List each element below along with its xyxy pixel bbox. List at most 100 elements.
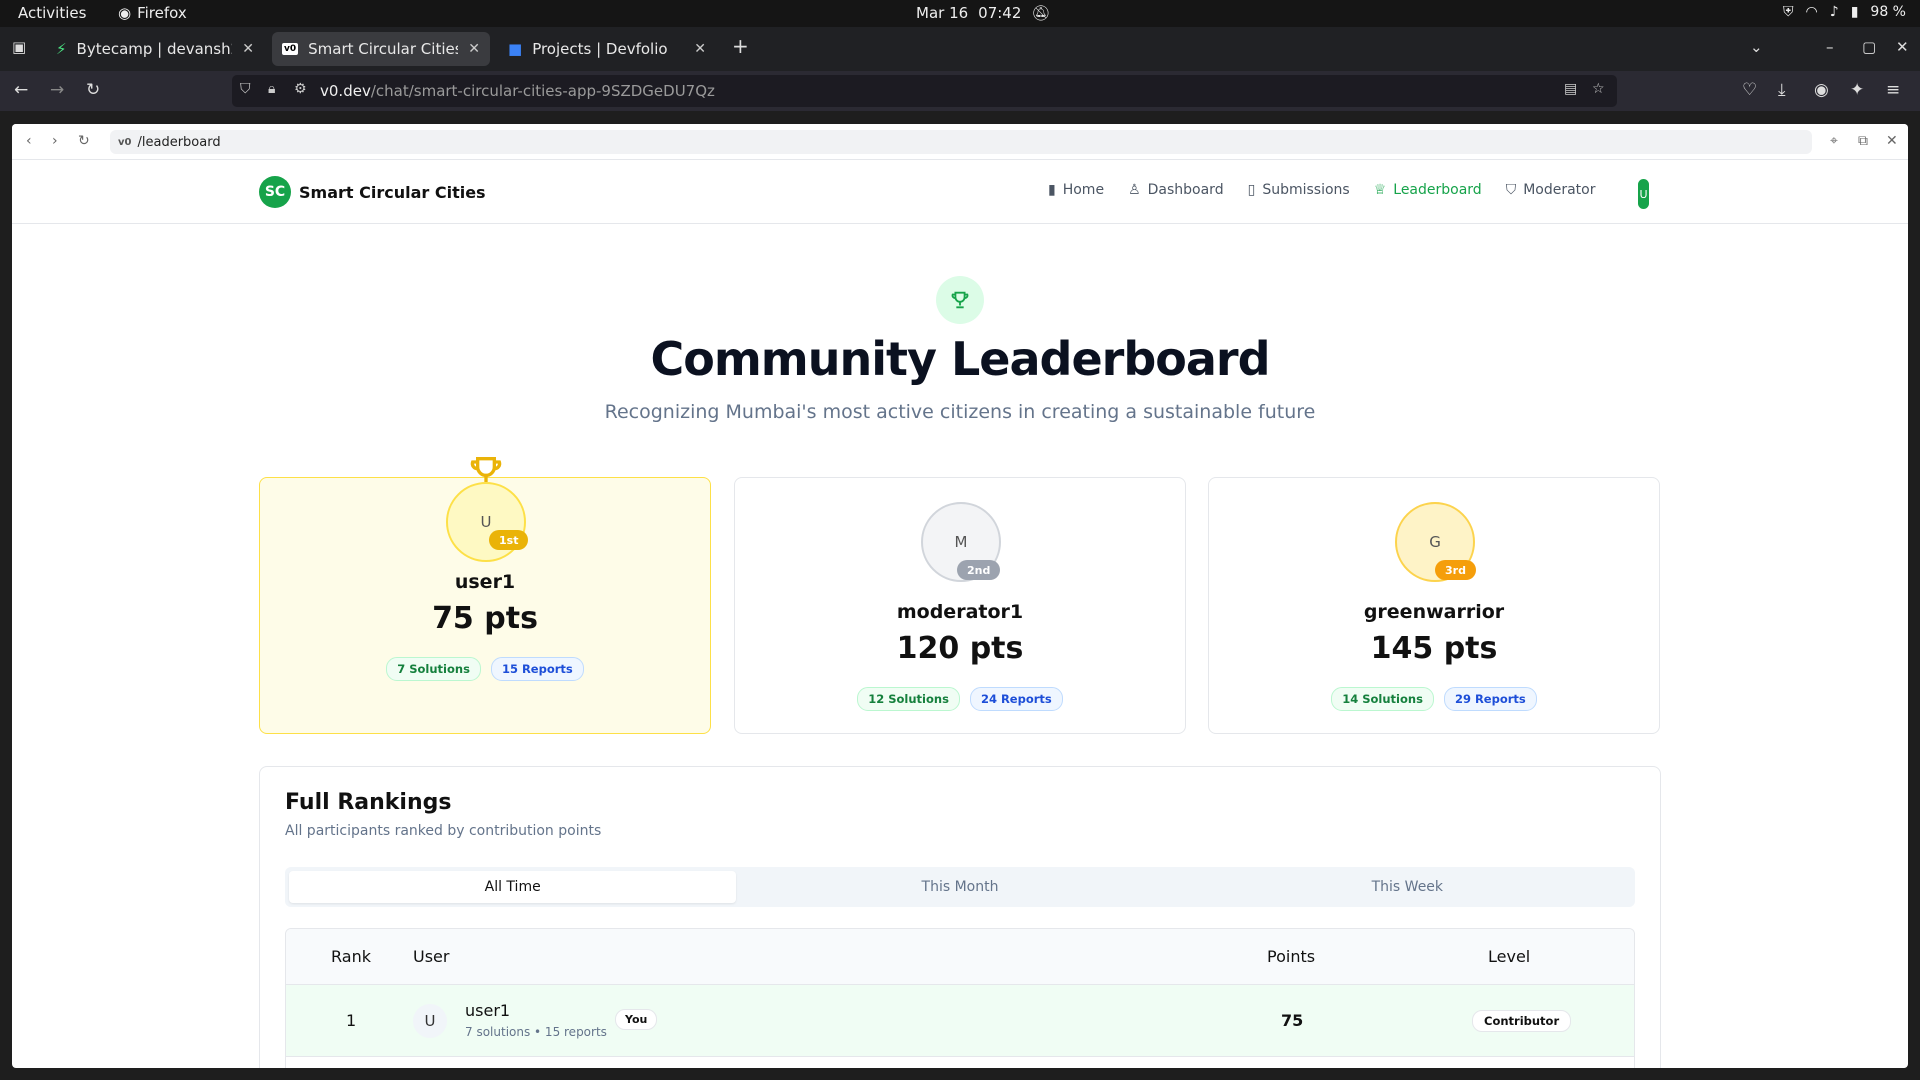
notifications-off-icon: 🔕︎ xyxy=(1031,4,1051,22)
nav-leaderboard[interactable]: ♕ Leaderboard xyxy=(1374,182,1482,198)
site-header: SC Smart Circular Cities ▮ Home ♙ Dashboar… xyxy=(12,160,1908,224)
page-title: Community Leaderboard xyxy=(650,332,1270,386)
app-menu[interactable]: ◉ Firefox xyxy=(118,4,187,22)
tab-overview-icon[interactable]: ▣ xyxy=(12,38,26,56)
tab-all-time[interactable]: All Time xyxy=(289,871,737,903)
list-tabs-icon[interactable]: ⌄ xyxy=(1750,38,1763,56)
col-user: User xyxy=(413,947,450,966)
site-logo[interactable]: SC Smart Circular Cities xyxy=(259,176,486,208)
volume-icon: ♪ xyxy=(1829,4,1839,20)
podium-card-second: M 2nd moderator1 120 pts 12 Solutions 24… xyxy=(734,477,1186,734)
browser-tab-devfolio[interactable]: ■ Projects | Devfolio ✕ xyxy=(498,32,716,66)
preview-address-bar[interactable]: v0 /leaderboard xyxy=(110,130,1812,154)
restore-icon[interactable]: ▢ xyxy=(1862,38,1876,56)
v0-mark: v0 xyxy=(118,136,132,148)
system-tray[interactable]: ⛨ ◠ ♪ ▮ 98 % xyxy=(1783,4,1906,20)
reader-view-icon[interactable]: ▤ xyxy=(1564,81,1577,97)
podium-points: 75 pts xyxy=(432,601,538,636)
nav-home[interactable]: ▮ Home xyxy=(1048,182,1104,198)
podium-points: 120 pts xyxy=(896,631,1024,666)
browser-tab-bytecamp[interactable]: ⚡︎ Bytecamp | devansh2020 ✕ xyxy=(46,32,264,66)
col-points: Points xyxy=(1267,947,1316,966)
tab-label: Projects | Devfolio xyxy=(532,40,668,58)
preview-address: /leaderboard xyxy=(137,134,221,150)
preview-back-icon[interactable]: ‹ xyxy=(26,133,32,149)
rank-badge: 2nd xyxy=(957,560,1001,580)
activities-button[interactable]: Activities xyxy=(18,4,86,22)
solutions-badge: 7 Solutions xyxy=(386,657,481,681)
row-rank: 1 xyxy=(346,1011,357,1030)
extensions-icon[interactable]: ✦ xyxy=(1850,80,1864,100)
full-rankings-card: Full Rankings All participants ranked by… xyxy=(259,766,1661,1068)
preview-window: ‹ › ↻ v0 /leaderboard ⌖ ⧉ ✕ SC Smart Cir… xyxy=(12,124,1908,1068)
wifi-icon: ◠ xyxy=(1805,4,1818,20)
trophy-icon xyxy=(936,276,984,324)
podium-points: 145 pts xyxy=(1370,631,1498,666)
system-top-bar: Activities ◉ Firefox Mar 16 07:42 🔕︎ ⛨ ◠… xyxy=(0,0,1920,27)
col-level: Level xyxy=(1488,947,1531,966)
award-icon: ♕ xyxy=(1373,182,1387,198)
firefox-icon: ◉ xyxy=(118,4,132,22)
back-icon[interactable]: ← xyxy=(14,80,28,100)
podium-card-third: G 3rd greenwarrior 145 pts 14 Solutions … xyxy=(1208,477,1660,734)
new-tab-icon[interactable]: + xyxy=(732,34,749,58)
preview-forward-icon[interactable]: › xyxy=(52,133,58,149)
podium-tags: 7 Solutions 15 Reports xyxy=(260,657,710,681)
document-icon: ▯ xyxy=(1247,182,1256,198)
lock-icon[interactable]: 🔒︎ xyxy=(268,81,275,97)
preview-reload-icon[interactable]: ↻ xyxy=(78,133,90,149)
podium-card-first: U 1st user1 75 pts 7 Solutions 15 Report… xyxy=(259,457,711,734)
nav-dashboard[interactable]: ♙ Dashboard xyxy=(1128,182,1224,198)
table-header: Rank User Points Level xyxy=(286,929,1634,985)
close-tab-icon[interactable]: ✕ xyxy=(468,41,480,57)
tab-this-month[interactable]: This Month xyxy=(736,871,1183,903)
browser-tab-smart-circular[interactable]: v0 Smart Circular Cities app ✕ xyxy=(272,32,490,66)
you-badge: You xyxy=(615,1009,658,1030)
rankings-table: Rank User Points Level 1 U user1 7 solut… xyxy=(285,928,1635,1068)
rankings-title: Full Rankings xyxy=(285,790,452,815)
tab-label: Bytecamp | devansh2020 xyxy=(76,40,233,58)
logo-name: Smart Circular Cities xyxy=(299,182,486,202)
permissions-icon[interactable]: ⚙ xyxy=(294,81,307,97)
nav-moderator[interactable]: ⛉ Moderator xyxy=(1506,182,1596,198)
close-window-icon[interactable]: ✕ xyxy=(1896,38,1909,56)
podium-username: moderator1 xyxy=(896,601,1024,623)
podium-username: user1 xyxy=(454,571,516,593)
app-name: Firefox xyxy=(137,4,187,22)
nav-submissions[interactable]: ▯ Submissions xyxy=(1248,182,1350,198)
pocket-icon[interactable]: ♡ xyxy=(1742,80,1757,100)
close-tab-icon[interactable]: ✕ xyxy=(242,41,254,57)
inspect-icon[interactable]: ⌖ xyxy=(1830,133,1838,149)
account-icon[interactable]: ◉ xyxy=(1814,80,1829,100)
rank-badge: 1st xyxy=(489,530,529,550)
url-bar[interactable]: ⛉ 🔒︎ ⚙ v0.dev/chat/smart-circular-cities… xyxy=(232,75,1617,107)
close-preview-icon[interactable]: ✕ xyxy=(1886,133,1898,149)
clock[interactable]: Mar 16 07:42 🔕︎ xyxy=(916,4,1050,22)
downloads-icon[interactable]: ⤓ xyxy=(1778,80,1786,100)
user-icon: ♙ xyxy=(1128,182,1141,198)
nav-label: Submissions xyxy=(1262,182,1350,198)
tab-this-week[interactable]: This Week xyxy=(1184,871,1631,903)
row-points: 75 xyxy=(1281,1011,1304,1030)
bar-chart-icon: ▮ xyxy=(1048,182,1056,198)
forward-icon[interactable]: → xyxy=(50,80,64,100)
nav-label: Home xyxy=(1062,182,1105,198)
reload-icon[interactable]: ↻ xyxy=(86,80,100,100)
tracking-shield-icon[interactable]: ⛉ xyxy=(240,81,251,97)
main-nav: ▮ Home ♙ Dashboard ▯ Submissions ♕ Leaderboa… xyxy=(1048,182,1596,198)
menu-icon[interactable]: ≡ xyxy=(1886,80,1900,100)
rankings-subtitle: All participants ranked by contribution … xyxy=(285,823,602,839)
row-username: user1 xyxy=(465,1001,511,1020)
battery-icon: ▮ xyxy=(1850,4,1859,20)
bookmark-star-icon[interactable]: ☆ xyxy=(1592,81,1605,97)
table-row[interactable]: 1 U user1 7 solutions • 15 reports You 7… xyxy=(286,985,1634,1057)
shield-tray-icon: ⛨ xyxy=(1783,4,1794,20)
minimize-icon[interactable]: – xyxy=(1826,38,1834,56)
open-new-window-icon[interactable]: ⧉ xyxy=(1858,133,1868,149)
avatar: U xyxy=(413,1004,447,1038)
close-tab-icon[interactable]: ✕ xyxy=(694,41,706,57)
user-avatar-button[interactable]: U xyxy=(1638,179,1649,209)
podium-tags: 12 Solutions 24 Reports xyxy=(735,687,1185,711)
rank-badge: 3rd xyxy=(1435,560,1476,580)
solutions-badge: 12 Solutions xyxy=(857,687,960,711)
